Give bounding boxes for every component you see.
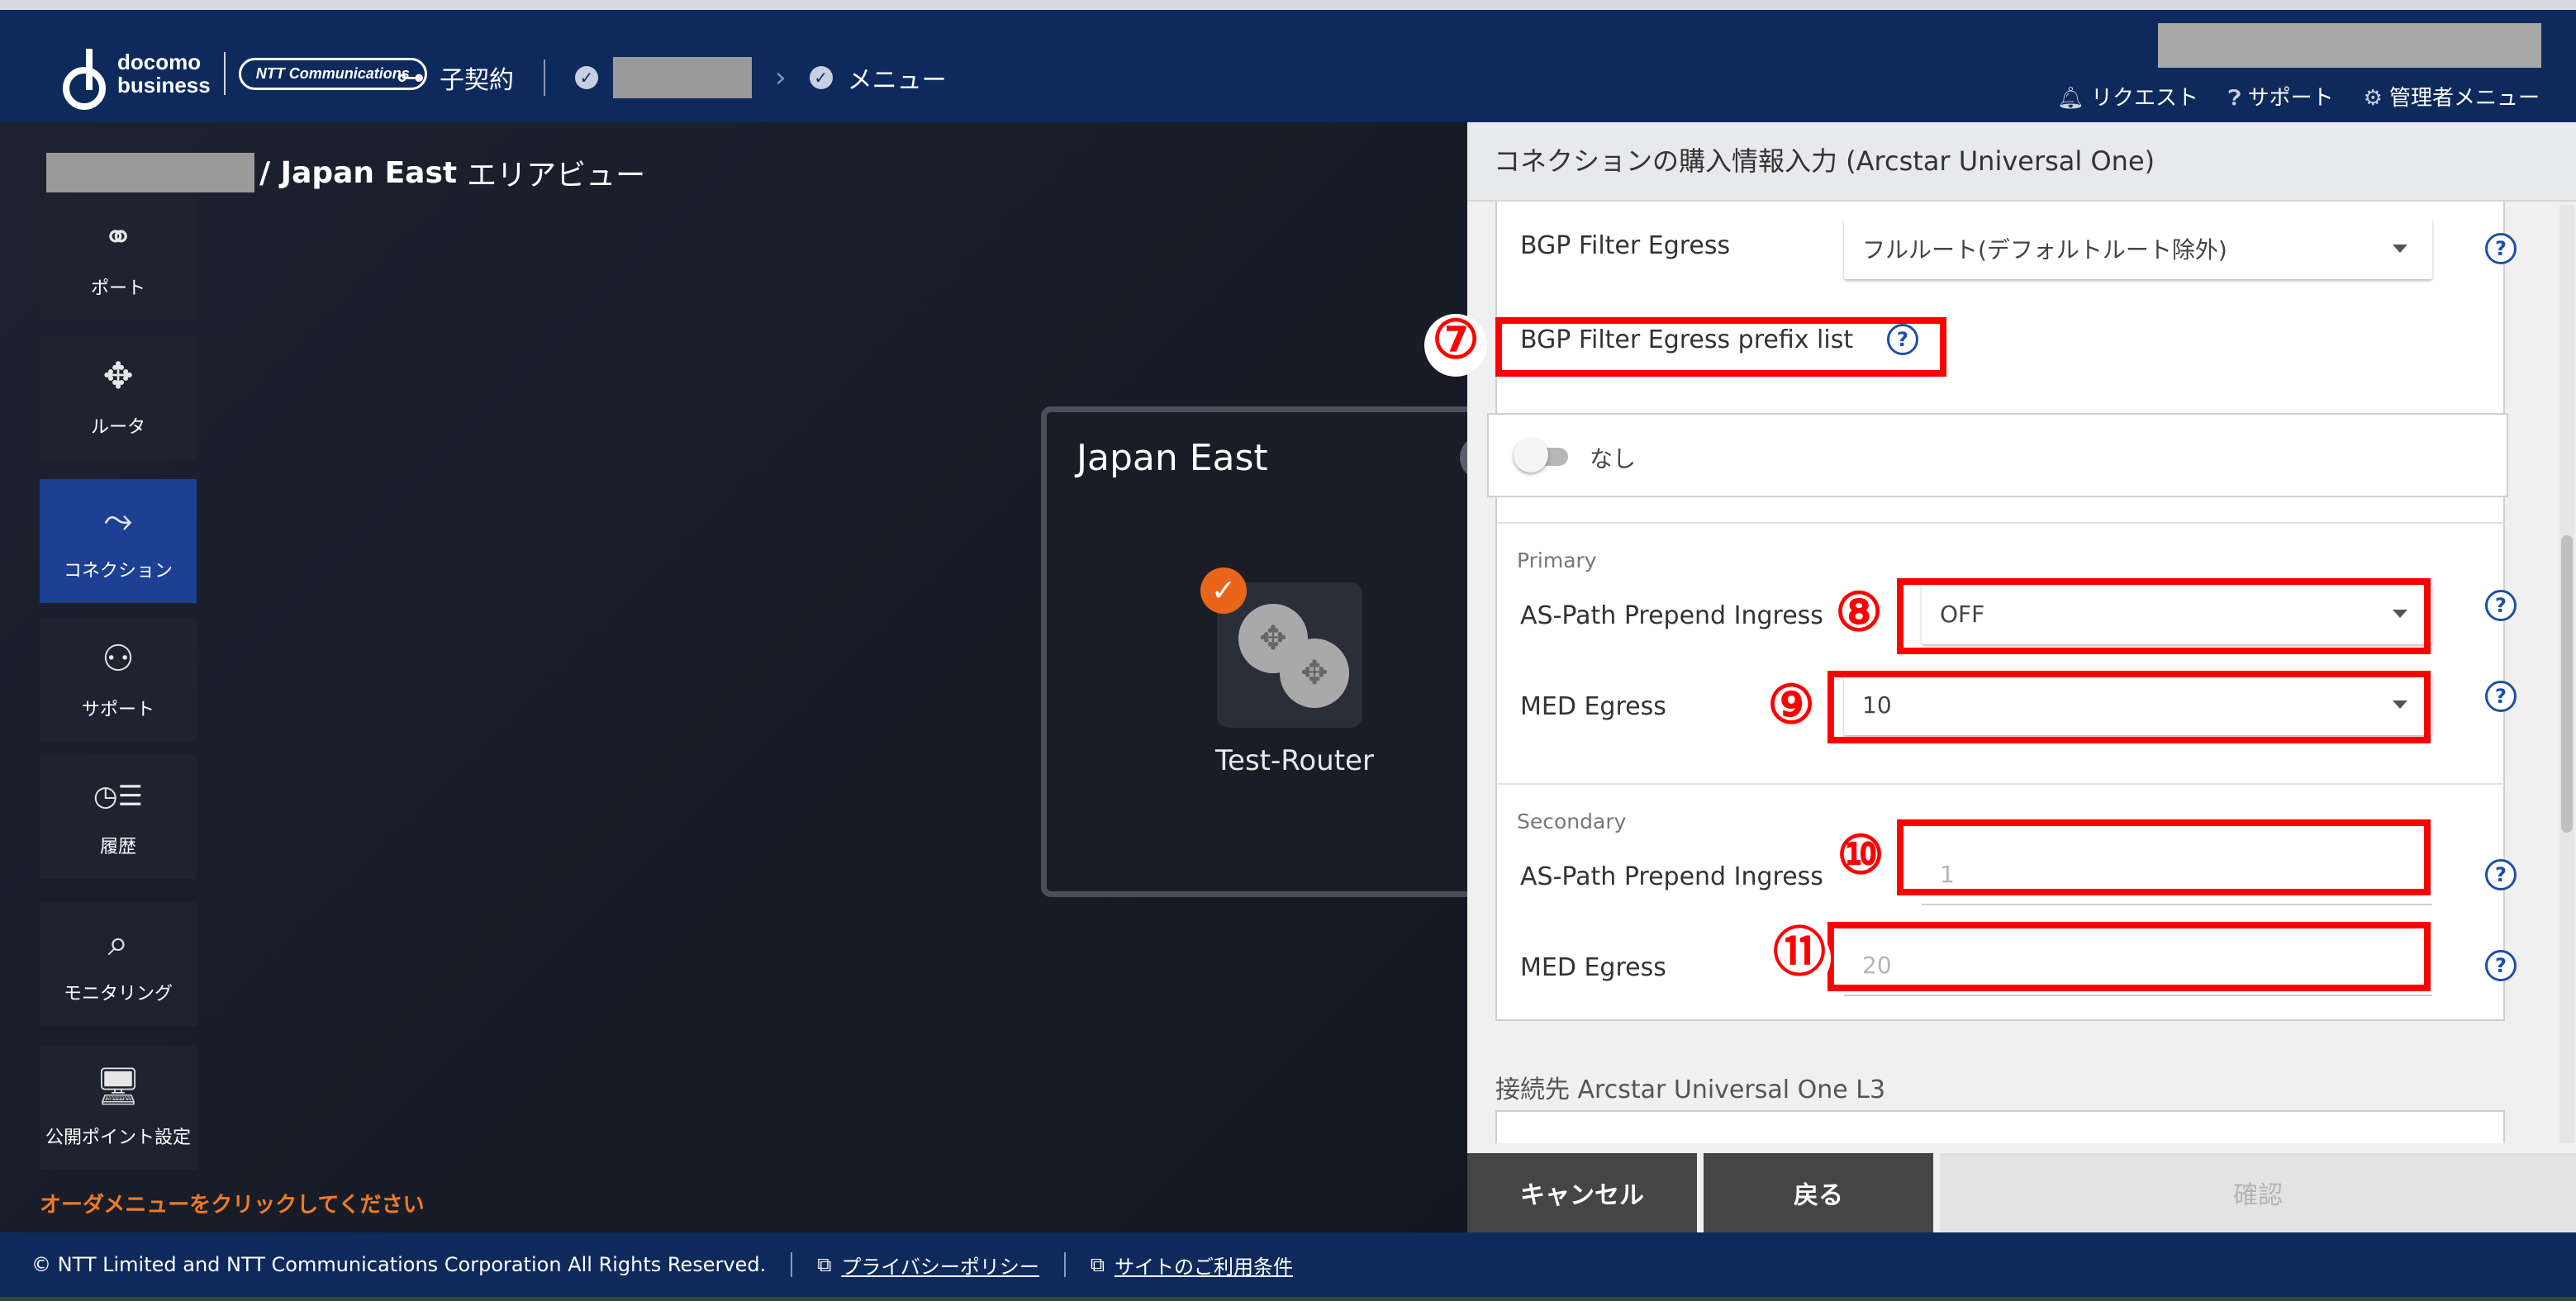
external-link-icon: ⧉ bbox=[1090, 1253, 1105, 1276]
annotation-box-10 bbox=[1897, 819, 2431, 895]
gear-icon: ⚙ bbox=[2363, 86, 2383, 111]
router-label: Test-Router bbox=[1215, 744, 1374, 777]
section-divider bbox=[1497, 783, 2505, 785]
privacy-policy-link[interactable]: プライバシーポリシー bbox=[841, 1251, 1039, 1280]
terms-of-use-link[interactable]: サイトのご利用条件 bbox=[1115, 1251, 1293, 1280]
footer-divider bbox=[791, 1252, 793, 1277]
area-box-title: Japan East bbox=[1077, 437, 1268, 479]
primary-aspath-label: AS-Path Prepend Ingress bbox=[1520, 601, 1823, 630]
annotation-box-9 bbox=[1827, 671, 2431, 743]
bell-icon: 🔔︎ bbox=[2056, 86, 2084, 111]
breadcrumb-contract[interactable]: 子契約 bbox=[440, 59, 514, 96]
sidebar-item-connection[interactable]: ⤳ コネクション bbox=[40, 479, 197, 603]
request-menu-item[interactable]: 🔔︎ リクエスト bbox=[2057, 81, 2198, 112]
window-top-strip bbox=[0, 0, 2576, 10]
annotation-box-8 bbox=[1897, 578, 2431, 654]
help-icon[interactable]: ? bbox=[2485, 590, 2517, 621]
page-footer: © NTT Limited and NTT Communications Cor… bbox=[0, 1232, 2576, 1297]
bgp-filter-egress-select[interactable]: フルルート(デフォルトルート除外) bbox=[1844, 218, 2432, 279]
public-point-icon: 🖥︎ bbox=[95, 1066, 141, 1108]
toggle-label: なし bbox=[1590, 445, 1637, 472]
copyright-text: © NTT Limited and NTT Communications Cor… bbox=[31, 1253, 767, 1276]
support-user-icon: ⚇ bbox=[102, 638, 135, 680]
logo-divider bbox=[223, 52, 226, 95]
help-icon[interactable]: ? bbox=[2485, 681, 2517, 712]
redacted-user-info bbox=[2158, 23, 2541, 68]
annotation-number-10: ⑩ bbox=[1829, 829, 1892, 892]
area-box-japan-east[interactable]: Japan East ✥ ✥ ✓ Test-Router bbox=[1041, 406, 1487, 897]
admin-menu-item[interactable]: ⚙ 管理者メニュー bbox=[2364, 81, 2540, 112]
prefix-list-toggle[interactable] bbox=[1514, 438, 1548, 472]
section-divider bbox=[1497, 522, 2505, 524]
connection-target-card bbox=[1495, 1110, 2505, 1143]
router-icon: ✥ bbox=[102, 355, 134, 397]
sidebar-item-port[interactable]: ⚭ ポート bbox=[40, 197, 197, 321]
breadcrumb: ⊶ 子契約 ✓ › ✓ メニュー bbox=[397, 53, 947, 102]
area-view-title: / Japan East エリアビュー bbox=[46, 152, 645, 193]
sidebar-item-history[interactable]: ◷☰ 履歴 bbox=[40, 755, 197, 879]
support-menu-item[interactable]: ❓︎ サポート bbox=[2228, 81, 2334, 112]
history-icon: ◷☰ bbox=[93, 780, 144, 813]
redacted-area-name bbox=[46, 153, 254, 192]
confirm-button[interactable]: 確認 bbox=[1940, 1153, 2576, 1232]
sidebar-item-monitoring[interactable]: ⌕ モニタリング bbox=[40, 902, 197, 1026]
chevron-right-icon: › bbox=[775, 61, 787, 94]
sidebar-item-support[interactable]: ⚇ サポート bbox=[40, 618, 197, 742]
secondary-section-label: Secondary bbox=[1517, 810, 1627, 833]
connection-target-label: 接続先 Arcstar Universal One L3 bbox=[1495, 1075, 1886, 1104]
redacted-breadcrumb-item[interactable] bbox=[613, 57, 752, 98]
dropdown-arrow-icon bbox=[2393, 245, 2407, 253]
annotation-number-7: ⑦ bbox=[1424, 314, 1487, 377]
annotation-number-9: ⑨ bbox=[1760, 679, 1823, 742]
sidebar-item-router[interactable]: ✥ ルータ bbox=[40, 335, 197, 459]
monitoring-icon: ⌕ bbox=[107, 922, 129, 964]
help-icon[interactable]: ? bbox=[2485, 950, 2517, 981]
panel-header: コネクションの購入情報入力 (Arcstar Universal One) bbox=[1467, 122, 2576, 202]
window-bottom-strip bbox=[0, 1297, 2576, 1301]
help-circle-icon: ❓︎ bbox=[2228, 86, 2241, 111]
external-link-icon: ⧉ bbox=[817, 1253, 832, 1276]
check-badge-icon: ✓ bbox=[1200, 567, 1247, 614]
docomo-business-logo[interactable]: docomo business NTT Communications bbox=[59, 45, 427, 110]
scrollbar-thumb[interactable] bbox=[2561, 535, 2573, 833]
area-view-canvas: / Japan East エリアビュー ⚭ ポート ✥ ルータ ⤳ コネクション… bbox=[0, 122, 1487, 1232]
order-hint-message: オーダメニューをクリックしてください bbox=[40, 1193, 425, 1218]
breadcrumb-divider bbox=[544, 59, 545, 96]
docomo-logo-text: docomo business bbox=[117, 50, 211, 97]
check-circle-icon: ✓ bbox=[809, 66, 833, 89]
back-button[interactable]: 戻る bbox=[1704, 1153, 1933, 1232]
connection-icon: ⤳ bbox=[103, 499, 133, 541]
sidebar-item-public-point[interactable]: 🖥︎ 公開ポイント設定 bbox=[40, 1046, 197, 1170]
bgp-filter-egress-label: BGP Filter Egress bbox=[1520, 231, 1731, 260]
secondary-aspath-label: AS-Path Prepend Ingress bbox=[1520, 862, 1823, 891]
panel-scrollbar[interactable] bbox=[2559, 205, 2574, 1143]
hierarchy-icon: ⊶ bbox=[397, 61, 425, 94]
primary-med-label: MED Egress bbox=[1520, 692, 1666, 721]
help-icon[interactable]: ? bbox=[2485, 859, 2517, 890]
prefix-list-toggle-box: なし bbox=[1487, 413, 2508, 497]
annotation-number-8: ⑧ bbox=[1827, 586, 1890, 649]
app-header: docomo business NTT Communications ⊶ 子契約… bbox=[0, 10, 2576, 122]
annotation-number-11: ⑪ bbox=[1768, 927, 1831, 990]
port-icon: ⚭ bbox=[102, 216, 134, 259]
primary-section-label: Primary bbox=[1517, 548, 1597, 572]
annotation-box-7 bbox=[1495, 317, 1946, 377]
docomo-logo-mark bbox=[59, 49, 106, 110]
panel-action-bar: キャンセル 戻る 確認 bbox=[1467, 1153, 2576, 1232]
breadcrumb-menu[interactable]: メニュー bbox=[848, 59, 947, 96]
panel-title: コネクションの購入情報入力 (Arcstar Universal One) bbox=[1494, 145, 2155, 177]
annotation-box-11 bbox=[1827, 922, 2431, 991]
cancel-button[interactable]: キャンセル bbox=[1467, 1153, 1697, 1232]
help-icon[interactable]: ? bbox=[2485, 233, 2517, 264]
router-arrows-icon: ✥ bbox=[1280, 639, 1349, 708]
footer-divider bbox=[1063, 1252, 1066, 1277]
check-circle-icon: ✓ bbox=[575, 66, 598, 89]
secondary-med-label: MED Egress bbox=[1520, 953, 1666, 982]
header-menu: 🔔︎ リクエスト ❓︎ サポート ⚙ 管理者メニュー bbox=[2057, 81, 2540, 112]
